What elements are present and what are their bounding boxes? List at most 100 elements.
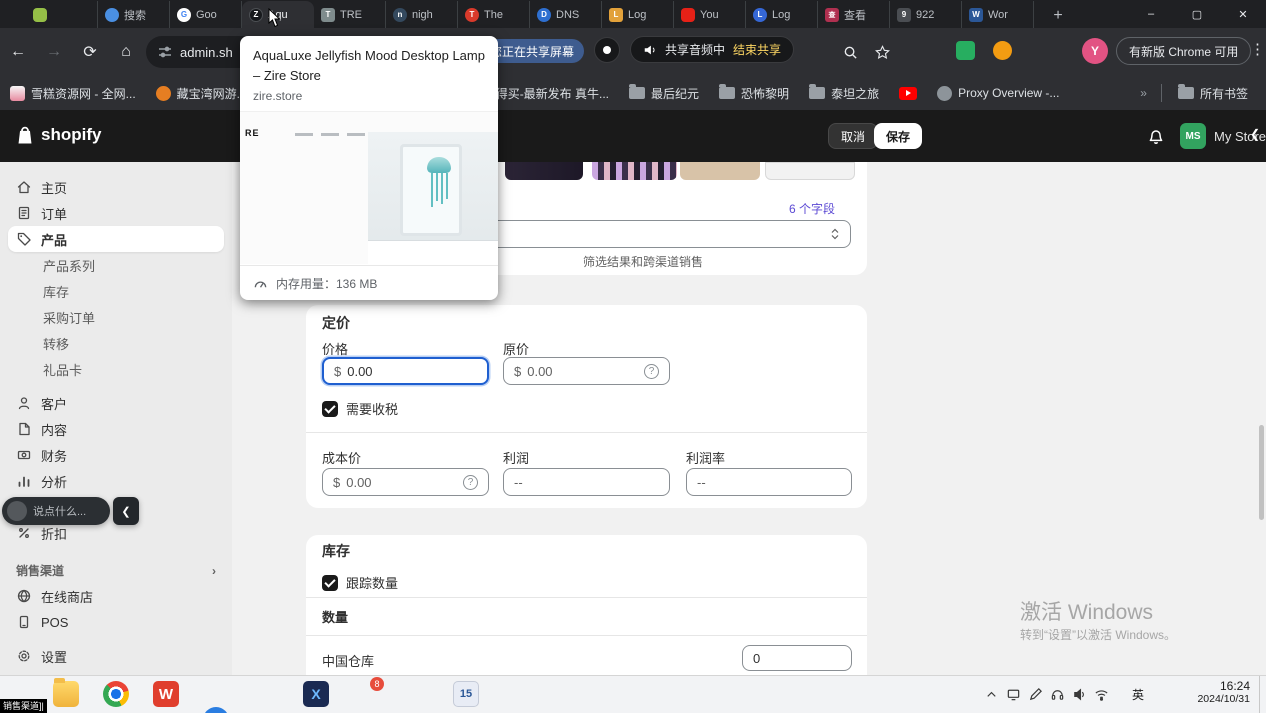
chrome-icon[interactable] [103, 681, 129, 707]
collapse-chevron-icon[interactable]: ❮ [1250, 127, 1260, 141]
fields-link[interactable]: 6 个字段 [789, 200, 835, 217]
save-button[interactable]: 保存 [874, 123, 922, 149]
cancel-button[interactable]: 取消 [828, 123, 878, 149]
tray-monitor-icon[interactable] [1002, 687, 1024, 702]
tab-shopify-admin[interactable] [26, 1, 98, 28]
window-minimize-button[interactable]: – [1128, 0, 1174, 28]
new-tab-button[interactable]: + [1046, 4, 1070, 28]
sidebar-item-content[interactable]: 内容 [8, 416, 224, 442]
tab-log1[interactable]: LLog [602, 1, 674, 28]
calendar-app-icon[interactable]: 15 [453, 681, 479, 707]
google-favicon-icon: G [177, 8, 191, 22]
tab-nigh[interactable]: nnigh [386, 1, 458, 28]
extension-orange-icon[interactable] [993, 41, 1012, 60]
help-icon[interactable] [644, 364, 659, 379]
wps-icon[interactable] [153, 681, 179, 707]
sidebar-item-inventory[interactable]: 库存 [8, 278, 224, 304]
bookmark-folder-grimdawn[interactable]: 恐怖黎明 [719, 85, 789, 102]
bookmark-all-bookmarks[interactable]: 所有书签 [1178, 85, 1248, 102]
sales-channels-section[interactable]: 销售渠道› [16, 562, 216, 579]
tab-chakan[interactable]: 查查看 [818, 1, 890, 28]
window-close-button[interactable]: ✕ [1220, 0, 1266, 28]
checkbox-checked-icon[interactable] [322, 575, 338, 591]
tray-network-icon[interactable] [1090, 687, 1112, 702]
profile-avatar[interactable]: Y [1082, 38, 1108, 64]
sidebar-item-transfers[interactable]: 转移 [8, 330, 224, 356]
file-explorer-icon[interactable] [53, 681, 79, 707]
page-scrollbar[interactable] [1259, 425, 1264, 520]
notifications-bell-icon[interactable] [1146, 126, 1166, 146]
profit-input[interactable]: -- [503, 468, 670, 496]
back-button[interactable]: ← [6, 40, 30, 64]
sidebar-item-finance[interactable]: 财务 [8, 442, 224, 468]
show-desktop-button[interactable] [1259, 676, 1260, 713]
tab-search[interactable]: 搜索 [98, 1, 170, 28]
forward-button[interactable]: → [42, 40, 66, 64]
chat-input[interactable]: 说点什么... [2, 497, 110, 525]
sidebar-item-orders[interactable]: 订单 [8, 200, 224, 226]
media-indicator-icon[interactable] [594, 37, 620, 63]
sidebar-item-products[interactable]: 产品 [8, 226, 224, 252]
search-icon[interactable] [840, 42, 860, 62]
sidebar-item-analytics[interactable]: 分析 [8, 468, 224, 494]
thunder-x-icon[interactable] [303, 681, 329, 707]
window-maximize-button[interactable]: ▢ [1174, 0, 1220, 28]
sidebar-item-settings[interactable]: 设置 [8, 643, 224, 669]
tab-tre[interactable]: TTRE [314, 1, 386, 28]
compare-price-input[interactable]: $ 0.00 [503, 357, 670, 385]
tray-speaker-icon[interactable] [1068, 687, 1090, 702]
sidebar-item-customers[interactable]: 客户 [8, 390, 224, 416]
tab-922[interactable]: 9922 [890, 1, 962, 28]
media-thumbnail[interactable] [680, 162, 760, 180]
bookmark-youtube[interactable] [899, 87, 917, 100]
ime-language-indicator[interactable]: 英 [1132, 686, 1144, 703]
tab-youtube[interactable]: You [674, 1, 746, 28]
tab-the[interactable]: TThe [458, 1, 530, 28]
tab-log2[interactable]: LLog [746, 1, 818, 28]
tab-word[interactable]: WWor [962, 1, 1034, 28]
chat-collapse-button[interactable]: ❮ [113, 497, 139, 525]
extension-green-icon[interactable] [956, 41, 975, 60]
sidebar-item-pos[interactable]: POS [8, 609, 224, 635]
bookmark-folder-titanquest[interactable]: 泰坦之旅 [809, 85, 879, 102]
bookmark-cangbaowan[interactable]: 藏宝湾网游... [156, 85, 247, 102]
reload-button[interactable]: ⟳ [78, 40, 102, 64]
chrome-update-chip[interactable]: 有新版 Chrome 可用 [1116, 37, 1251, 65]
memory-usage-text: 内存用量：136 MB [276, 275, 377, 292]
media-add-tile[interactable] [765, 162, 855, 180]
screen-share-text: 您正在共享屏幕 [490, 43, 574, 60]
quantity-input[interactable]: 0 [742, 645, 852, 671]
tray-headset-icon[interactable] [1046, 687, 1068, 702]
price-input[interactable]: $ 0.00 [322, 357, 489, 385]
margin-input[interactable]: -- [686, 468, 852, 496]
sidebar-item-home[interactable]: 主页 [8, 174, 224, 200]
track-quantity-row[interactable]: 跟踪数量 [322, 573, 398, 592]
charge-tax-row[interactable]: 需要收税 [322, 399, 398, 418]
tab-dns[interactable]: DDNS [530, 1, 602, 28]
bookmarks-overflow-icon[interactable]: » [1140, 86, 1147, 100]
sidebar-item-collections[interactable]: 产品系列 [8, 252, 224, 278]
media-thumbnail[interactable] [505, 162, 583, 180]
sidebar-item-online-store[interactable]: 在线商店 [8, 583, 224, 609]
tray-pen-icon[interactable] [1024, 687, 1046, 702]
bookmark-proxy-overview[interactable]: Proxy Overview -... [937, 86, 1059, 101]
bookmark-star-icon[interactable] [872, 42, 892, 62]
922-favicon-icon: 9 [897, 8, 911, 22]
site-settings-icon[interactable] [158, 45, 172, 59]
help-icon[interactable] [463, 475, 478, 490]
tray-expand-icon[interactable] [980, 687, 1002, 702]
checkbox-checked-icon[interactable] [322, 401, 338, 417]
sidebar-item-gift-cards[interactable]: 礼品卡 [8, 356, 224, 382]
taskbar-clock[interactable]: 16:24 2024/10/31 [1186, 679, 1250, 706]
stop-share-button[interactable]: 结束共享 [733, 41, 781, 58]
tab-google[interactable]: GGoo [170, 1, 242, 28]
cost-input[interactable]: $ 0.00 [322, 468, 489, 496]
sidebar-label: 设置 [41, 647, 67, 666]
sidebar-item-purchase-orders[interactable]: 采购订单 [8, 304, 224, 330]
bookmark-folder-lastepoch[interactable]: 最后纪元 [629, 85, 699, 102]
shopify-logo[interactable]: shopify [14, 123, 101, 147]
browser-menu-icon[interactable]: ⋮ [1250, 40, 1265, 58]
home-button[interactable]: ⌂ [114, 40, 138, 64]
bookmark-xuegao[interactable]: 雪糕资源网 - 全网... [10, 85, 136, 102]
media-thumbnail[interactable] [592, 162, 677, 180]
